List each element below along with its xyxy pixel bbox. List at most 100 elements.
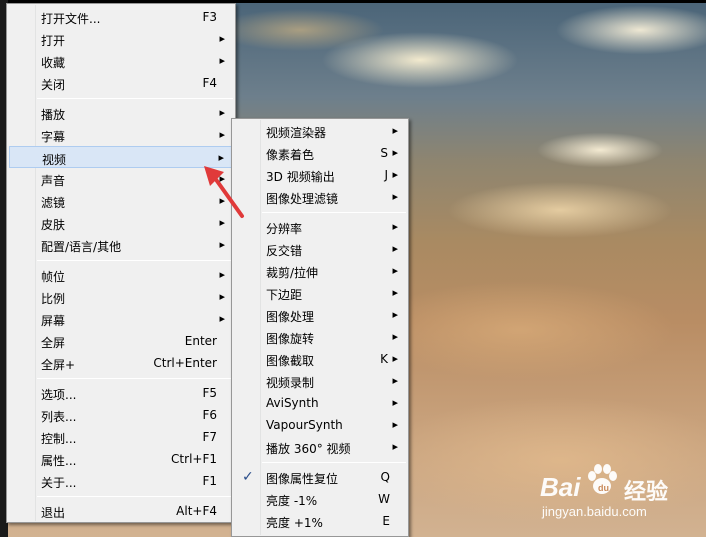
submenu-item-brightness-down[interactable]: 亮度 -1% W [234,488,406,510]
menu-item-label: 选项... [41,388,77,402]
submenu-item-reset-image-properties[interactable]: ✓ 图像属性复位 Q [234,466,406,488]
menu-item-screen[interactable]: 屏幕 [9,308,233,330]
submenu-item-deinterlace[interactable]: 反交错 [234,238,406,260]
menu-item-shortcut: Ctrl+Enter [153,356,217,370]
menu-item-label: 图像处理滤镜 [266,192,339,206]
submenu-item-360-video[interactable]: 播放 360° 视频 [234,436,406,458]
menu-item-label: 视频 [42,153,67,167]
menu-item-config-language[interactable]: 配置/语言/其他 [9,234,233,256]
menu-item-label: 关于... [41,476,77,490]
svg-text:du: du [598,483,609,493]
menu-item-label: 控制... [41,432,77,446]
menu-separator [37,496,233,497]
submenu-arrow-icon [219,268,225,281]
menu-item-label: 全屏 [41,336,66,350]
submenu-arrow-icon [392,190,398,203]
menu-separator [37,260,233,261]
menu-item-fullscreen-plus[interactable]: 全屏+ Ctrl+Enter [9,352,233,374]
menu-separator [262,462,406,463]
menu-item-label: 图像属性复位 [266,472,339,486]
menu-item-exit[interactable]: 退出 Alt+F4 [9,500,233,522]
menu-item-label: 关闭 [41,78,66,92]
submenu-arrow-icon [392,330,398,343]
menu-item-label: 下边距 [266,288,303,302]
menu-separator [262,212,406,213]
menu-item-close[interactable]: 关闭 F4 [9,72,233,94]
submenu-arrow-icon [219,32,225,45]
submenu-item-image-processing[interactable]: 图像处理 [234,304,406,326]
menu-item-shortcut: F4 [202,76,217,90]
menu-item-shortcut: Q [380,470,390,484]
menu-item-label: 皮肤 [41,218,66,232]
menu-item-label: 字幕 [41,130,66,144]
menu-item-label: 全屏+ [41,358,76,372]
menu-item-label: 图像截取 [266,354,315,368]
submenu-item-video-record[interactable]: 视频录制 [234,370,406,392]
submenu-arrow-icon [219,106,225,119]
submenu-item-crop-stretch[interactable]: 裁剪/拉伸 [234,260,406,282]
checkmark-icon: ✓ [242,469,254,485]
menu-item-frame[interactable]: 帧位 [9,264,233,286]
submenu-item-image-rotate[interactable]: 图像旋转 [234,326,406,348]
submenu-arrow-icon [392,352,398,365]
menu-item-properties[interactable]: 属性... Ctrl+F1 [9,448,233,470]
submenu-item-brightness-up[interactable]: 亮度 +1% E [234,510,406,532]
submenu-arrow-icon [219,312,225,325]
menu-item-label: 反交错 [266,244,303,258]
submenu-arrow-icon [392,146,398,159]
menu-item-label: 帧位 [41,270,66,284]
menu-item-label: 图像处理 [266,310,315,324]
menu-item-fullscreen[interactable]: 全屏 Enter [9,330,233,352]
submenu-arrow-icon [392,308,398,321]
menu-item-play[interactable]: 播放 [9,102,233,124]
menu-item-label: 配置/语言/其他 [41,240,122,254]
menu-separator [37,98,233,99]
menu-item-about[interactable]: 关于... F1 [9,470,233,492]
menu-item-label: 打开 [41,34,66,48]
submenu-arrow-icon [219,54,225,67]
submenu-item-vapoursynth[interactable]: VapourSynth [234,414,406,436]
menu-item-label: 播放 360° 视频 [266,442,351,456]
menu-item-shortcut: S [380,146,388,160]
submenu-arrow-icon [392,440,398,453]
menu-item-shortcut: E [382,514,390,528]
submenu-item-avisynth[interactable]: AviSynth [234,392,406,414]
menu-item-shortcut: F6 [202,408,217,422]
submenu-arrow-icon [392,168,398,181]
menu-item-open-file[interactable]: 打开文件... F3 [9,6,233,28]
menu-item-label: 列表... [41,410,77,424]
menu-item-control[interactable]: 控制... F7 [9,426,233,448]
menu-item-shortcut: J [384,168,388,182]
submenu-arrow-icon [392,242,398,255]
menu-item-shortcut: F3 [202,10,217,24]
submenu-arrow-icon [392,264,398,277]
submenu-item-video-renderer[interactable]: 视频渲染器 [234,120,406,142]
submenu-arrow-icon [219,128,225,141]
submenu-item-image-capture[interactable]: 图像截取 K [234,348,406,370]
menu-item-label: 裁剪/拉伸 [266,266,319,280]
menu-item-options[interactable]: 选项... F5 [9,382,233,404]
menu-item-aspect-ratio[interactable]: 比例 [9,286,233,308]
menu-item-label: 打开文件... [41,12,101,26]
menu-item-label: 退出 [41,506,66,520]
menu-item-label: 3D 视频输出 [266,170,335,184]
menu-item-shortcut: F1 [202,474,217,488]
menu-item-label: 收藏 [41,56,66,70]
menu-item-label: 滤镜 [41,196,66,210]
watermark-brand-suffix: 经验 [624,479,669,504]
menu-item-subtitles[interactable]: 字幕 [9,124,233,146]
menu-item-shortcut: F7 [202,430,217,444]
menu-item-label: 视频录制 [266,376,315,390]
menu-item-open[interactable]: 打开 [9,28,233,50]
submenu-arrow-icon [392,220,398,233]
baidu-jingyan-watermark: Bai du 经验 jingyan.baidu.com [540,462,700,522]
menu-item-shortcut: K [380,352,388,366]
menu-item-playlist[interactable]: 列表... F6 [9,404,233,426]
menu-item-favorites[interactable]: 收藏 [9,50,233,72]
watermark-url: jingyan.baidu.com [542,504,647,519]
submenu-item-bottom-margin[interactable]: 下边距 [234,282,406,304]
red-arrow-annotation [204,166,244,218]
menu-item-label: 属性... [41,454,77,468]
watermark-brand: Bai [540,472,581,502]
menu-item-shortcut: Ctrl+F1 [171,452,217,466]
